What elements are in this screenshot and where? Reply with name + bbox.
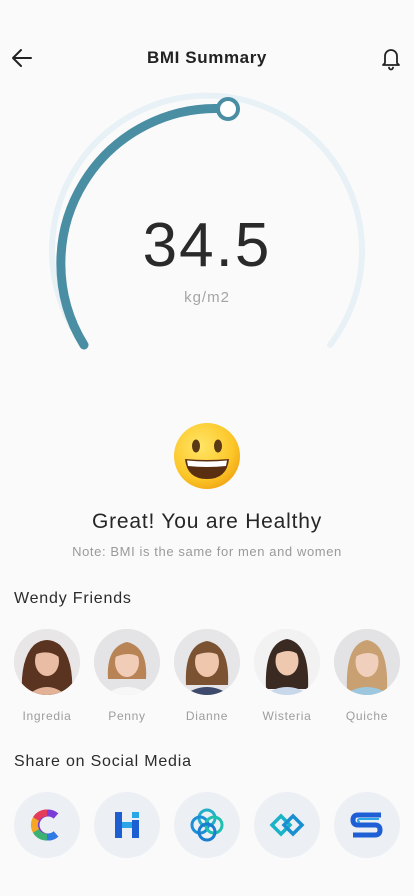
- avatar: [14, 629, 80, 695]
- avatar: [94, 629, 160, 695]
- share-button-s[interactable]: [334, 792, 400, 858]
- grinning-face-icon: [174, 423, 240, 489]
- friend-name: Dianne: [185, 709, 229, 723]
- share-button-h[interactable]: [94, 792, 160, 858]
- avatar: [254, 629, 320, 695]
- friend-item-ingredia[interactable]: Ingredia: [14, 629, 80, 723]
- diamond-chain-logo-icon: [269, 813, 305, 837]
- share-button-diamond[interactable]: [254, 792, 320, 858]
- bmi-gauge: [49, 92, 365, 350]
- friend-name: Wisteria: [262, 709, 312, 723]
- friend-item-quiche[interactable]: Quiche: [334, 629, 400, 723]
- friend-name: Quiche: [345, 709, 389, 723]
- friend-name: Penny: [108, 709, 146, 723]
- friends-section-title: Wendy Friends: [14, 590, 132, 607]
- social-share-list: [14, 792, 400, 858]
- bmi-unit: kg/m2: [184, 289, 230, 306]
- share-button-rings[interactable]: [174, 792, 240, 858]
- share-button-rainbow-c[interactable]: [14, 792, 80, 858]
- friend-item-penny[interactable]: Penny: [94, 629, 160, 723]
- avatar: [174, 629, 240, 695]
- blue-s-logo-icon: [350, 812, 383, 838]
- avatar: [334, 629, 400, 695]
- interlocked-rings-logo-icon: [190, 808, 224, 842]
- gauge-handle: [216, 97, 240, 121]
- friend-name: Ingredia: [22, 709, 72, 723]
- bmi-value: 34.5: [142, 211, 272, 280]
- friends-list: Ingredia Penny Dianne Wisteria Quiche: [14, 629, 400, 729]
- rainbow-c-logo-icon: [30, 809, 59, 841]
- friend-item-wisteria[interactable]: Wisteria: [254, 629, 320, 723]
- health-status: Great! You are Healthy: [91, 510, 323, 533]
- social-section-title: Share on Social Media: [14, 753, 192, 770]
- friend-item-dianne[interactable]: Dianne: [174, 629, 240, 723]
- blue-h-logo-icon: [115, 812, 139, 838]
- bmi-note: Note: BMI is the same for men and women: [72, 544, 342, 559]
